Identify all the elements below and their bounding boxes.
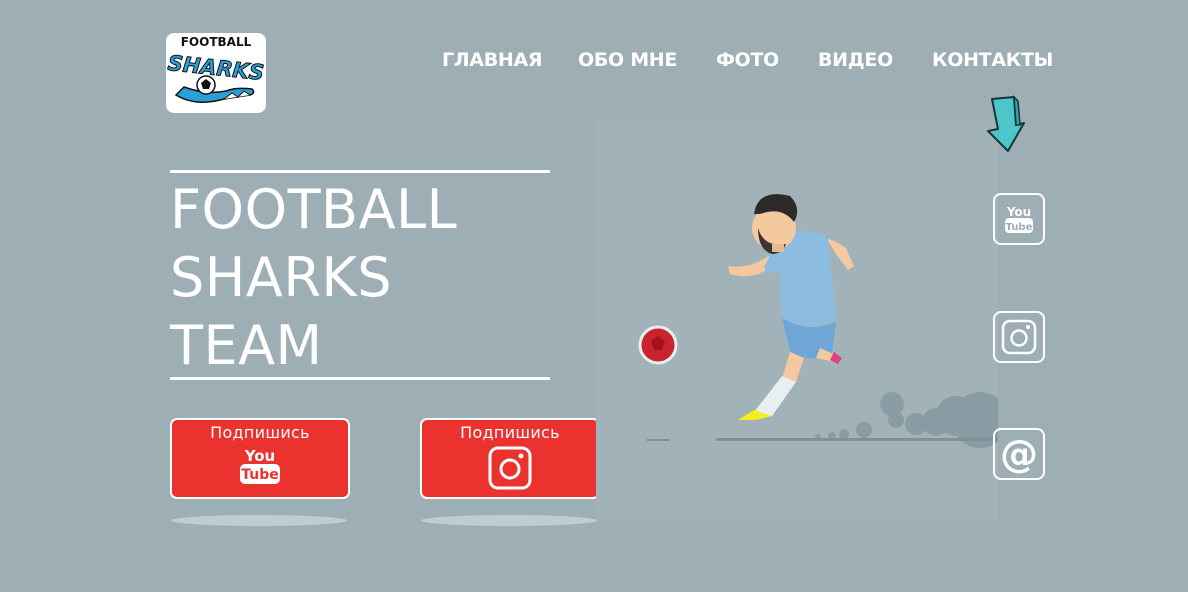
youtube-icon: You Tube xyxy=(1005,205,1033,233)
svg-text:Tube: Tube xyxy=(241,467,279,483)
logo-word-top: FOOTBALL xyxy=(181,35,252,49)
svg-text:You: You xyxy=(1006,205,1031,219)
hero-title-line-2: SHARKS xyxy=(170,246,393,309)
instagram-button-shadow xyxy=(421,515,597,526)
subscribe-youtube-label: Подпишись xyxy=(210,423,310,442)
footballer-illustration xyxy=(596,120,1008,520)
football-icon xyxy=(638,325,678,365)
nav-item-photo[interactable]: ФОТО xyxy=(716,49,779,71)
arrow-down-icon xyxy=(987,95,1025,152)
social-email-link[interactable]: @ xyxy=(993,428,1045,480)
nav-item-video[interactable]: ВИДЕО xyxy=(818,49,893,71)
logo-word-main: SHARKS xyxy=(167,51,266,85)
youtube-button-shadow xyxy=(171,515,347,526)
instagram-icon xyxy=(488,446,532,490)
social-youtube-link[interactable]: You Tube xyxy=(993,193,1045,245)
subscribe-instagram-button[interactable]: Подпишись xyxy=(420,418,600,499)
youtube-icon: You Tube xyxy=(240,447,280,484)
hero-title-line-3: TEAM xyxy=(170,314,323,377)
subscribe-instagram-label: Подпишись xyxy=(460,423,560,442)
instagram-icon xyxy=(1001,319,1037,355)
at-sign-icon: @ xyxy=(1000,432,1038,476)
hero-top-divider xyxy=(170,170,550,173)
nav-item-about[interactable]: ОБО МНЕ xyxy=(578,49,677,71)
svg-text:Tube: Tube xyxy=(1006,222,1033,233)
hero-title: FOOTBALL SHARKS TEAM xyxy=(170,176,457,380)
shark-logo-icon: FOOTBALL SHARKS xyxy=(166,35,266,103)
hero-title-line-1: FOOTBALL xyxy=(170,178,458,241)
subscribe-youtube-button[interactable]: Подпишись You Tube xyxy=(170,418,350,499)
svg-text:@: @ xyxy=(1000,432,1038,476)
nav-item-home[interactable]: ГЛАВНАЯ xyxy=(442,49,543,71)
nav-item-contacts[interactable]: КОНТАКТЫ xyxy=(932,49,1053,71)
site-logo[interactable]: FOOTBALL SHARKS xyxy=(166,33,266,113)
main-nav: ГЛАВНАЯ ОБО МНЕ ФОТО ВИДЕО КОНТАКТЫ xyxy=(442,49,1053,75)
hero-bottom-divider xyxy=(170,377,550,380)
svg-text:You: You xyxy=(244,447,275,465)
social-instagram-link[interactable] xyxy=(993,311,1045,363)
